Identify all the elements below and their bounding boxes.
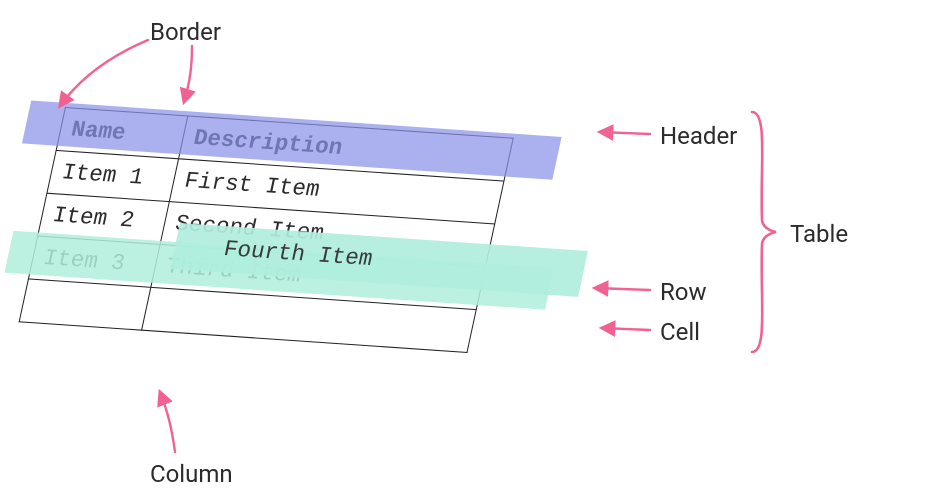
arrow-row-icon	[595, 288, 650, 290]
label-header: Header	[660, 122, 737, 150]
table-cell	[19, 279, 151, 330]
label-row: Row	[660, 278, 707, 306]
label-table: Table	[790, 220, 848, 248]
floating-cell-text: Fourth Item	[221, 237, 375, 273]
brace-icon	[748, 108, 778, 356]
arrow-border-right-icon	[184, 46, 192, 102]
label-column: Column	[150, 460, 233, 488]
label-border: Border	[150, 18, 221, 46]
arrow-header-icon	[600, 132, 650, 134]
arrow-column-icon	[160, 392, 175, 452]
arrow-cell-icon	[602, 328, 650, 330]
diagram-stage: Name Description Item 1 First Item Item …	[0, 0, 927, 503]
label-cell: Cell	[660, 318, 700, 346]
arrow-border-left-icon	[60, 40, 148, 106]
